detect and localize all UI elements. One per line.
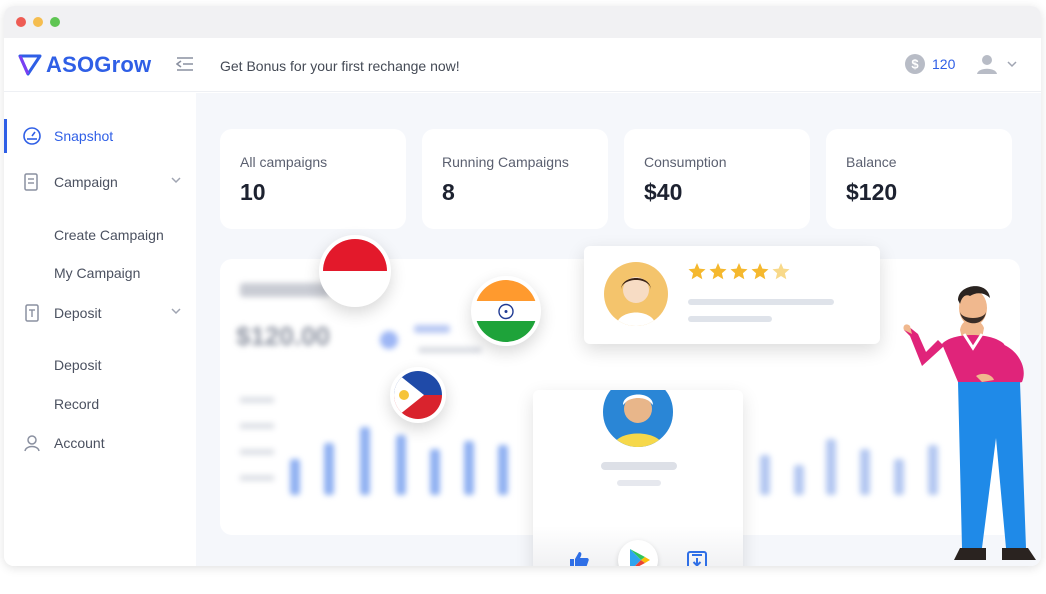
maximize-window-dot[interactable] [50,17,60,27]
reviewer-avatar [604,262,668,326]
logo-mark-icon [18,54,42,76]
presenter-illustration [903,286,1036,560]
coin-balance[interactable]: $ 120 [904,53,955,75]
sidebar-item-campaign[interactable]: Campaign [4,165,196,199]
stat-card-running-campaigns[interactable]: Running Campaigns 8 [422,129,608,229]
document-icon [24,173,38,191]
star-rating [688,262,792,287]
user-menu[interactable] [976,53,1018,75]
sidebar-subitem-my-campaign[interactable]: My Campaign [54,265,140,281]
app-profile-card [533,390,743,566]
sidebar-item-label: Deposit [54,305,102,321]
chevron-down-icon [171,308,181,315]
sidebar-item-label: Snapshot [54,128,114,144]
stat-label: Running Campaigns [442,154,569,170]
download-icon[interactable] [686,550,708,566]
logo[interactable]: ASOGrow [18,52,151,78]
user-avatar-icon [977,55,997,74]
stat-card-balance[interactable]: Balance $120 [826,129,1012,229]
logo-text: ASOGrow [46,52,152,77]
review-text-placeholder [688,299,834,305]
play-store-button[interactable] [618,540,658,566]
coin-amount: 120 [932,56,956,72]
title-bar [4,6,1041,38]
sidebar-item-deposit[interactable]: Deposit [4,296,196,330]
indonesia-flag-icon [319,235,391,307]
sidebar-item-label: Campaign [54,174,118,190]
name-placeholder [601,462,677,470]
sidebar-subitem-create-campaign[interactable]: Create Campaign [54,227,164,243]
sidebar-subitem-deposit[interactable]: Deposit [54,357,101,373]
thumbs-up-icon[interactable] [568,550,590,566]
dollar-coin-icon: $ [905,54,925,74]
stat-card-consumption[interactable]: Consumption $40 [624,129,810,229]
stat-label: All campaigns [240,154,328,170]
review-card [584,246,880,344]
subtitle-placeholder [617,480,661,486]
bonus-banner-text[interactable]: Get Bonus for your first rechange now! [220,58,460,74]
dashboard-icon [23,127,41,145]
chevron-down-icon [1007,61,1017,68]
sidebar-item-label: Account [54,435,105,451]
user-icon [24,435,40,452]
sidebar: Snapshot Campaign Create Campaign My Cam… [4,93,196,566]
top-header: ASOGrow Get Bonus for your first rechang… [4,38,1041,92]
google-play-icon [630,549,650,566]
close-window-dot[interactable] [16,17,26,27]
sidebar-item-snapshot[interactable]: Snapshot [4,119,196,153]
minimize-window-dot[interactable] [33,17,43,27]
profile-actions [533,526,743,566]
active-indicator [4,119,7,153]
philippines-flag-icon [390,367,446,423]
collapse-menu-icon[interactable] [175,56,194,77]
stat-value: $40 [644,179,683,205]
svg-text:$: $ [911,57,919,72]
stat-value: 8 [442,179,455,205]
stat-value: $120 [846,179,898,205]
india-flag-icon [471,276,541,346]
stat-label: Balance [846,154,897,170]
chevron-down-icon [171,177,181,184]
receipt-icon [25,304,39,322]
stat-label: Consumption [644,154,727,170]
sidebar-subitem-record[interactable]: Record [54,396,99,412]
stat-value: 10 [240,179,266,205]
user-avatar [600,390,676,450]
stat-card-all-campaigns[interactable]: All campaigns 10 [220,129,406,229]
app-window: ASOGrow Get Bonus for your first rechang… [4,6,1041,566]
sidebar-item-account[interactable]: Account [4,426,196,460]
review-text-placeholder [688,316,772,322]
